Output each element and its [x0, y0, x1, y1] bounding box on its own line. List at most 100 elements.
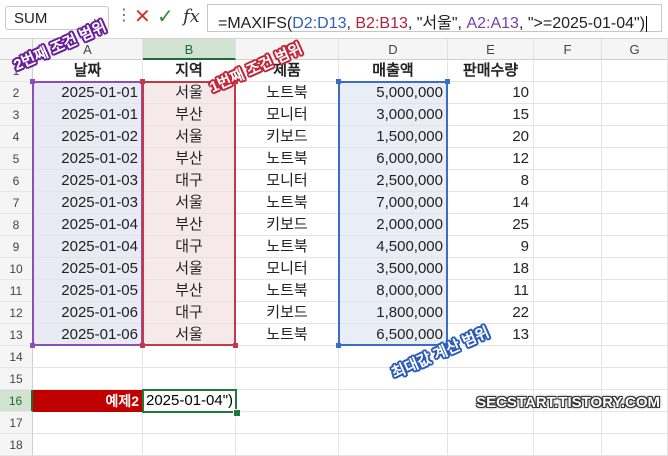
table-cell-d11[interactable]: 8,000,000 — [339, 280, 448, 302]
cell-e15[interactable] — [448, 368, 534, 390]
table-cell-e12[interactable]: 22 — [448, 302, 534, 324]
cell-d16[interactable] — [339, 390, 448, 412]
criteria1-range-border-handle-0[interactable] — [140, 79, 145, 84]
table-cell-b6[interactable]: 대구 — [143, 170, 236, 192]
row-header-2[interactable]: 2 — [0, 82, 33, 104]
table-cell-d8[interactable]: 2,000,000 — [339, 214, 448, 236]
table-cell-d9[interactable]: 4,500,000 — [339, 236, 448, 258]
cell-g11[interactable] — [602, 280, 668, 302]
cell-c16[interactable] — [236, 390, 339, 412]
table-cell-c6[interactable]: 모니터 — [236, 170, 339, 192]
cell-a14[interactable] — [33, 346, 143, 368]
row-header-3[interactable]: 3 — [0, 104, 33, 126]
table-cell-a12[interactable]: 2025-01-06 — [33, 302, 143, 324]
cell-f7[interactable] — [534, 192, 602, 214]
table-cell-b10[interactable]: 서울 — [143, 258, 236, 280]
cell-g6[interactable] — [602, 170, 668, 192]
column-header-b[interactable]: B — [143, 39, 236, 60]
table-cell-b4[interactable]: 서울 — [143, 126, 236, 148]
table-cell-c3[interactable]: 모니터 — [236, 104, 339, 126]
table-cell-c5[interactable]: 노트북 — [236, 148, 339, 170]
cell-c17[interactable] — [236, 412, 339, 434]
cell-g7[interactable] — [602, 192, 668, 214]
row-header-15[interactable]: 15 — [0, 368, 33, 390]
table-cell-d2[interactable]: 5,000,000 — [339, 82, 448, 104]
table-cell-e9[interactable]: 9 — [448, 236, 534, 258]
cell-c15[interactable] — [236, 368, 339, 390]
max-range-border-handle-0[interactable] — [336, 79, 341, 84]
table-cell-c8[interactable]: 키보드 — [236, 214, 339, 236]
table-cell-a10[interactable]: 2025-01-05 — [33, 258, 143, 280]
cell-g18[interactable] — [602, 434, 668, 456]
table-cell-e6[interactable]: 8 — [448, 170, 534, 192]
table-cell-d12[interactable]: 1,800,000 — [339, 302, 448, 324]
table-cell-a5[interactable]: 2025-01-02 — [33, 148, 143, 170]
row-header-16[interactable]: 16 — [0, 390, 33, 412]
cell-g15[interactable] — [602, 368, 668, 390]
table-cell-c10[interactable]: 모니터 — [236, 258, 339, 280]
table-cell-b12[interactable]: 대구 — [143, 302, 236, 324]
cell-f8[interactable] — [534, 214, 602, 236]
formula-input[interactable]: =MAXIFS(D2:D13, B2:B13, "서울", A2:A13, ">… — [207, 4, 662, 32]
cell-c18[interactable] — [236, 434, 339, 456]
cell-g13[interactable] — [602, 324, 668, 346]
table-cell-a11[interactable]: 2025-01-05 — [33, 280, 143, 302]
table-cell-d3[interactable]: 3,000,000 — [339, 104, 448, 126]
close-icon[interactable]: ✕ — [134, 5, 151, 29]
column-header-g[interactable]: G — [602, 39, 668, 60]
table-cell-d5[interactable]: 6,000,000 — [339, 148, 448, 170]
table-cell-c11[interactable]: 노트북 — [236, 280, 339, 302]
cell-f18[interactable] — [534, 434, 602, 456]
cell-f13[interactable] — [534, 324, 602, 346]
cell-f11[interactable] — [534, 280, 602, 302]
check-icon[interactable]: ✓ — [157, 5, 174, 29]
table-cell-b8[interactable]: 부산 — [143, 214, 236, 236]
row-header-7[interactable]: 7 — [0, 192, 33, 214]
criteria1-range-border-handle-3[interactable] — [233, 343, 238, 348]
table-cell-b3[interactable]: 부산 — [143, 104, 236, 126]
cell-f2[interactable] — [534, 82, 602, 104]
cell-f6[interactable] — [534, 170, 602, 192]
table-cell-b9[interactable]: 대구 — [143, 236, 236, 258]
cell-d17[interactable] — [339, 412, 448, 434]
cell-a17[interactable] — [33, 412, 143, 434]
cell-g17[interactable] — [602, 412, 668, 434]
cell-b14[interactable] — [143, 346, 236, 368]
cell-f4[interactable] — [534, 126, 602, 148]
cell-g12[interactable] — [602, 302, 668, 324]
cell-b15[interactable] — [143, 368, 236, 390]
table-cell-c4[interactable]: 키보드 — [236, 126, 339, 148]
row-header-4[interactable]: 4 — [0, 126, 33, 148]
column-header-d[interactable]: D — [339, 39, 448, 60]
criteria2-range-border-handle-0[interactable] — [30, 79, 35, 84]
table-cell-a8[interactable]: 2025-01-04 — [33, 214, 143, 236]
row-header-14[interactable]: 14 — [0, 346, 33, 368]
cell-f5[interactable] — [534, 148, 602, 170]
header-cell-a[interactable]: 날짜 — [33, 60, 143, 82]
cell-g4[interactable] — [602, 126, 668, 148]
header-cell-e[interactable]: 판매수량 — [448, 60, 534, 82]
cell-c14[interactable] — [236, 346, 339, 368]
row-header-6[interactable]: 6 — [0, 170, 33, 192]
cell-g10[interactable] — [602, 258, 668, 280]
row-header-18[interactable]: 18 — [0, 434, 33, 456]
table-cell-e3[interactable]: 15 — [448, 104, 534, 126]
table-cell-b7[interactable]: 서울 — [143, 192, 236, 214]
table-cell-c12[interactable]: 키보드 — [236, 302, 339, 324]
table-cell-d10[interactable]: 3,500,000 — [339, 258, 448, 280]
fx-icon[interactable]: fx — [183, 5, 200, 29]
table-cell-d7[interactable]: 7,000,000 — [339, 192, 448, 214]
row-header-5[interactable]: 5 — [0, 148, 33, 170]
column-header-f[interactable]: F — [534, 39, 602, 60]
table-cell-e10[interactable]: 18 — [448, 258, 534, 280]
column-header-e[interactable]: E — [448, 39, 534, 60]
table-cell-e4[interactable]: 20 — [448, 126, 534, 148]
row-header-13[interactable]: 13 — [0, 324, 33, 346]
cell-f3[interactable] — [534, 104, 602, 126]
table-cell-a4[interactable]: 2025-01-02 — [33, 126, 143, 148]
table-cell-c2[interactable]: 노트북 — [236, 82, 339, 104]
cell-f15[interactable] — [534, 368, 602, 390]
cell-g9[interactable] — [602, 236, 668, 258]
table-cell-a13[interactable]: 2025-01-06 — [33, 324, 143, 346]
cell-e18[interactable] — [448, 434, 534, 456]
